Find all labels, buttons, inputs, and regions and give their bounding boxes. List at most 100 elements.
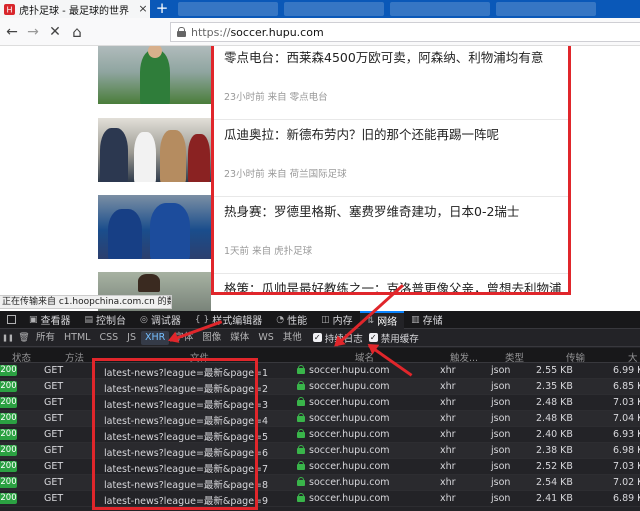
tab-network[interactable]: ⇅ 网络 <box>359 310 405 329</box>
tab-style-editor[interactable]: { } 样式编辑器 <box>188 311 269 329</box>
cell-method: GET <box>44 445 64 456</box>
news-item[interactable]: 格策：瓜帅是最好教练之一：克洛普更像父亲，曾想去利物浦 <box>214 274 568 292</box>
element-picker-icon[interactable] <box>0 311 22 329</box>
table-row[interactable]: 200 GET latest-news?league=最新&page=8 soccer… <box>0 475 640 491</box>
news-title[interactable]: 格策：瓜帅是最好教练之一：克洛普更像父亲，曾想去利物浦 <box>224 278 562 292</box>
table-row[interactable]: 200 GET latest-news?league=最新&page=9 soccer… <box>0 491 640 507</box>
tab-debugger[interactable]: ◎ 调试器 <box>133 311 188 329</box>
filter-other[interactable]: 其他 <box>279 331 306 345</box>
filter-css[interactable]: CSS <box>95 331 122 345</box>
cell-domain: soccer.hupu.com <box>297 381 390 392</box>
col-cause[interactable]: 触发... <box>450 350 478 364</box>
cell-transferred: 2.48 KB <box>536 413 573 424</box>
browser-tab-active[interactable]: H 虎扑足球 - 最足球的世界 <box>0 0 150 18</box>
news-item[interactable]: 热身赛：罗德里格斯、塞费罗维奇建功，日本0-2瑞士 1天前 来自 虎扑足球 <box>214 197 568 274</box>
news-title[interactable]: 零点电台：西莱森4500万欧可卖，阿森纳、利物浦均有意 <box>224 47 543 66</box>
browser-tab-background[interactable] <box>284 2 384 16</box>
browser-navbar: ← → ✕ ⌂ https://soccer.hupu.com <box>0 18 640 46</box>
browser-tab-background[interactable] <box>390 2 490 16</box>
col-file[interactable]: 文件 <box>190 350 209 364</box>
col-method[interactable]: 方法 <box>65 350 84 364</box>
inspector-icon: ▣ <box>29 314 38 325</box>
web-page: 零点电台：西莱森4500万欧可卖，阿森纳、利物浦均有意 23小时前 来自 零点电… <box>0 46 640 311</box>
checkbox-checked-icon: ✓ <box>368 333 378 342</box>
tab-console[interactable]: ▤ 控制台 <box>78 311 134 329</box>
table-row[interactable]: 200 GET latest-news?league=最新&page=7 soccer… <box>0 459 640 475</box>
news-item[interactable]: 零点电台：西莱森4500万欧可卖，阿森纳、利物浦均有意 23小时前 来自 零点电… <box>214 46 568 120</box>
col-type[interactable]: 类型 <box>505 350 524 364</box>
cell-method: GET <box>44 381 64 392</box>
news-meta: 1天前 来自 虎扑足球 <box>224 246 313 257</box>
table-row[interactable]: 200 GET latest-news?league=最新&page=3 soccer… <box>0 395 640 411</box>
table-row[interactable]: 200 GET latest-news?league=最新&page=6 soccer… <box>0 443 640 459</box>
new-tab-button[interactable]: + <box>154 0 170 18</box>
url-bar[interactable]: https://soccer.hupu.com <box>170 22 640 42</box>
tab-inspector[interactable]: ▣ 查看器 <box>22 311 78 329</box>
cell-size: 7.03 K <box>613 397 640 408</box>
cell-size: 7.04 K <box>613 413 640 424</box>
cell-size: 7.02 K <box>613 477 640 488</box>
cell-type: json <box>491 429 511 440</box>
news-list: 零点电台：西莱森4500万欧可卖，阿森纳、利物浦均有意 23小时前 来自 零点电… <box>211 46 571 295</box>
cell-transferred: 2.35 KB <box>536 381 573 392</box>
status-badge: 200 <box>0 381 17 392</box>
cell-method: GET <box>44 397 64 408</box>
forward-arrow-icon[interactable]: → <box>24 23 42 41</box>
cell-type: json <box>491 413 511 424</box>
filter-fonts[interactable]: 字体 <box>170 331 197 345</box>
cell-method: GET <box>44 429 64 440</box>
cell-domain-text: soccer.hupu.com <box>309 381 390 392</box>
filter-all[interactable]: 所有 <box>32 331 59 345</box>
stop-loading-icon[interactable]: ✕ <box>46 23 64 41</box>
cell-type: json <box>491 461 511 472</box>
hupu-favicon-icon: H <box>4 3 15 15</box>
filter-ws[interactable]: WS <box>254 331 277 345</box>
disable-cache-checkbox[interactable]: ✓ 禁用缓存 <box>368 331 419 345</box>
news-title[interactable]: 热身赛：罗德里格斯、塞费罗维奇建功，日本0-2瑞士 <box>224 201 519 220</box>
back-arrow-icon[interactable]: ← <box>3 23 21 41</box>
col-transferred[interactable]: 传输 <box>566 350 585 364</box>
cell-type: json <box>491 365 511 376</box>
filter-html[interactable]: HTML <box>60 331 94 345</box>
home-icon[interactable]: ⌂ <box>68 23 86 41</box>
table-row[interactable]: 200 GET latest-news?league=最新&page=4 soccer… <box>0 411 640 427</box>
persist-log-checkbox[interactable]: ✓ 持续日志 <box>312 331 363 345</box>
filter-images[interactable]: 图像 <box>198 331 225 345</box>
table-row[interactable]: 200 GET latest-news?league=最新&page=5 soccer… <box>0 427 640 443</box>
table-row[interactable]: 200 GET latest-news?league=最新&page=2 soccer… <box>0 379 640 395</box>
browser-tab-background[interactable] <box>178 2 278 16</box>
cell-domain: soccer.hupu.com <box>297 413 390 424</box>
trash-icon[interactable]: 🗑 <box>16 331 32 345</box>
table-row[interactable]: 200 GET latest-news?league=最新&page=1 soccer… <box>0 363 640 379</box>
cell-method: GET <box>44 477 64 488</box>
tab-memory[interactable]: ◫ 内存 <box>314 311 360 329</box>
news-thumbnail[interactable] <box>98 195 211 259</box>
cell-domain: soccer.hupu.com <box>297 445 390 456</box>
pause-icon[interactable]: ❚❚ <box>0 331 16 345</box>
cell-size: 6.99 K <box>613 365 640 376</box>
tab-storage[interactable]: ▥ 存储 <box>404 311 450 329</box>
col-size[interactable]: 大 <box>628 350 638 364</box>
tab-close-icon[interactable]: × <box>137 2 149 15</box>
col-status[interactable]: 状态 <box>12 350 31 364</box>
news-title[interactable]: 瓜迪奥拉：新德布劳内？旧的那个还能再踢一阵呢 <box>224 124 499 143</box>
cell-transferred: 2.54 KB <box>536 477 573 488</box>
cell-method: GET <box>44 413 64 424</box>
filter-xhr[interactable]: XHR <box>141 330 170 345</box>
secure-lock-icon <box>297 477 305 486</box>
news-item[interactable]: 瓜迪奥拉：新德布劳内？旧的那个还能再踢一阵呢 23小时前 来自 荷兰国际足球 <box>214 120 568 197</box>
browser-tab-background[interactable] <box>496 2 596 16</box>
cell-size: 6.89 K <box>613 493 640 504</box>
col-domain[interactable]: 域名 <box>355 350 374 364</box>
cell-file: latest-news?league=最新&page=6 <box>104 448 269 459</box>
tab-performance[interactable]: ◔ 性能 <box>269 311 314 329</box>
request-table: 200 GET latest-news?league=最新&page=1 soccer… <box>0 363 640 511</box>
style-editor-icon: { } <box>194 314 210 325</box>
browser-tab-strip: H 虎扑足球 - 最足球的世界 × + <box>0 0 640 18</box>
status-badge: 200 <box>0 365 17 376</box>
news-thumbnail[interactable] <box>98 118 211 182</box>
filter-js[interactable]: JS <box>123 331 140 345</box>
filter-media[interactable]: 媒体 <box>226 331 253 345</box>
cell-type: json <box>491 397 511 408</box>
news-thumbnail[interactable] <box>98 46 211 104</box>
